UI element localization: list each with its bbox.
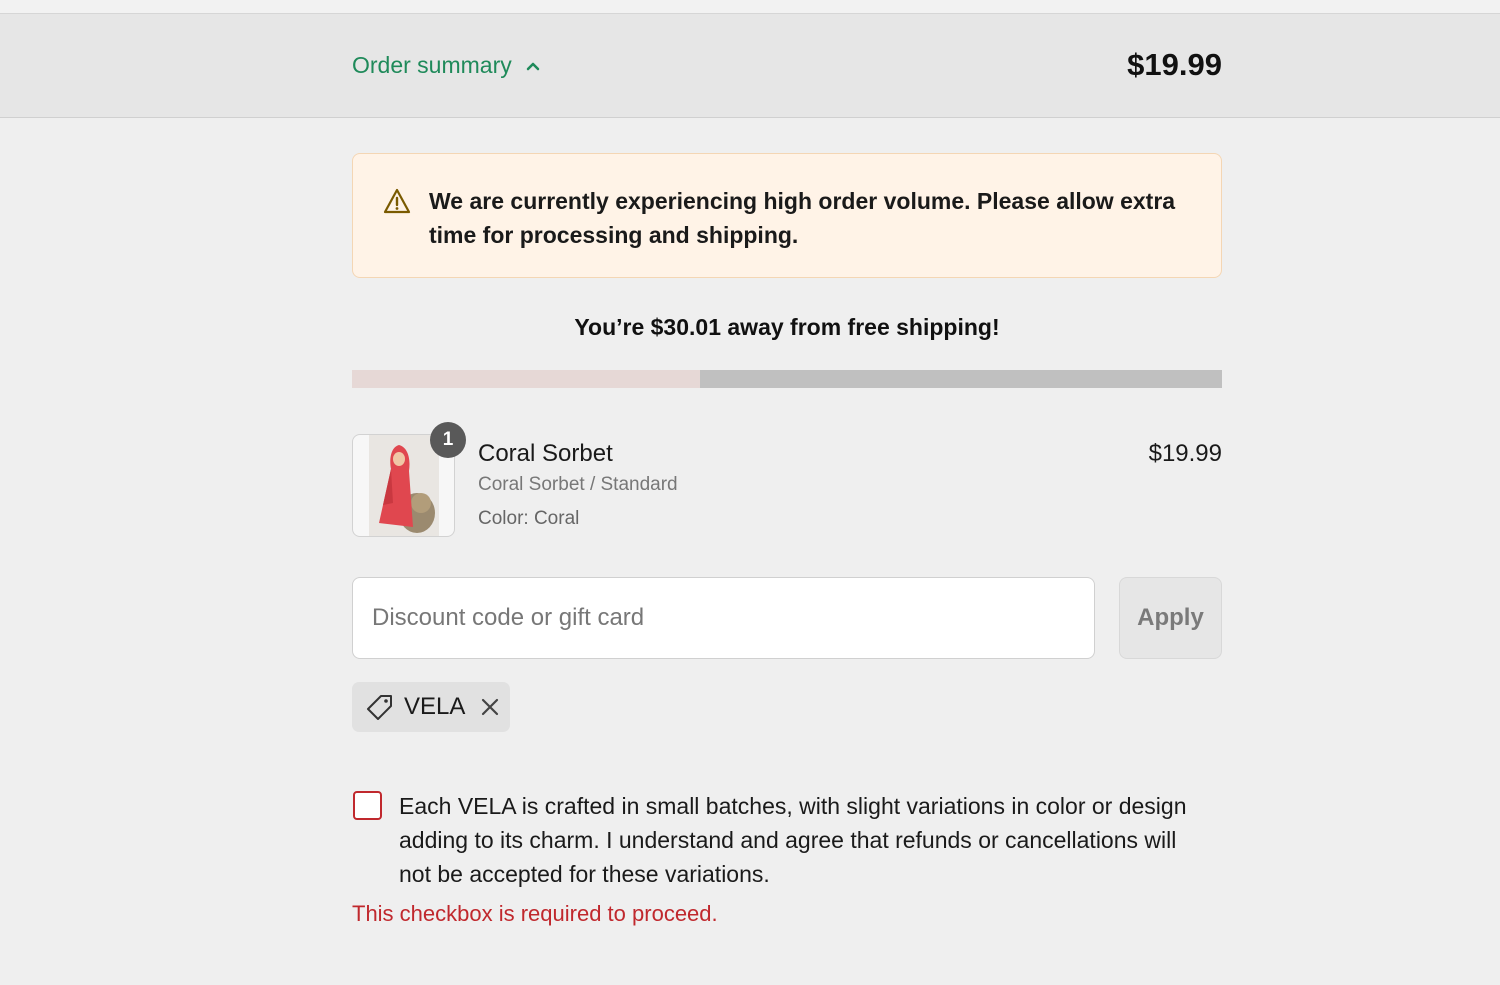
notice-text: We are currently experiencing high order… <box>429 188 1176 248</box>
applied-discount-tag: VELA <box>352 682 510 732</box>
product-image <box>369 435 439 536</box>
order-summary-label: Order summary <box>352 52 512 78</box>
high-volume-notice: We are currently experiencing high order… <box>352 153 1222 278</box>
order-summary-bar: Order summary $19.99 <box>0 14 1500 118</box>
checkbox-error-message: This checkbox is required to proceed. <box>352 901 718 926</box>
applied-code-label: VELA <box>404 693 466 720</box>
product-name: Coral Sorbet <box>478 440 613 467</box>
product-color: Color: Coral <box>478 508 580 529</box>
close-icon[interactable] <box>479 696 501 718</box>
product-price: $19.99 <box>1148 440 1222 467</box>
order-total: $19.99 <box>1127 47 1222 82</box>
order-summary-toggle[interactable]: Order summary <box>352 52 542 79</box>
progress-fill <box>352 370 700 388</box>
tag-icon <box>367 695 392 720</box>
agreement-text: Each VELA is crafted in small batches, w… <box>399 793 1187 887</box>
warning-icon <box>383 188 411 214</box>
agreement-checkbox[interactable] <box>353 791 382 820</box>
free-shipping-message: You’re $30.01 away from free shipping! <box>574 314 1000 340</box>
apply-button[interactable]: Apply <box>1119 577 1222 659</box>
quantity-badge: 1 <box>430 422 466 458</box>
free-shipping-progress-bar <box>352 370 1222 388</box>
discount-code-input[interactable] <box>352 577 1095 659</box>
top-strip <box>0 0 1500 14</box>
chevron-up-icon <box>526 62 539 70</box>
product-variant: Coral Sorbet / Standard <box>478 474 678 495</box>
